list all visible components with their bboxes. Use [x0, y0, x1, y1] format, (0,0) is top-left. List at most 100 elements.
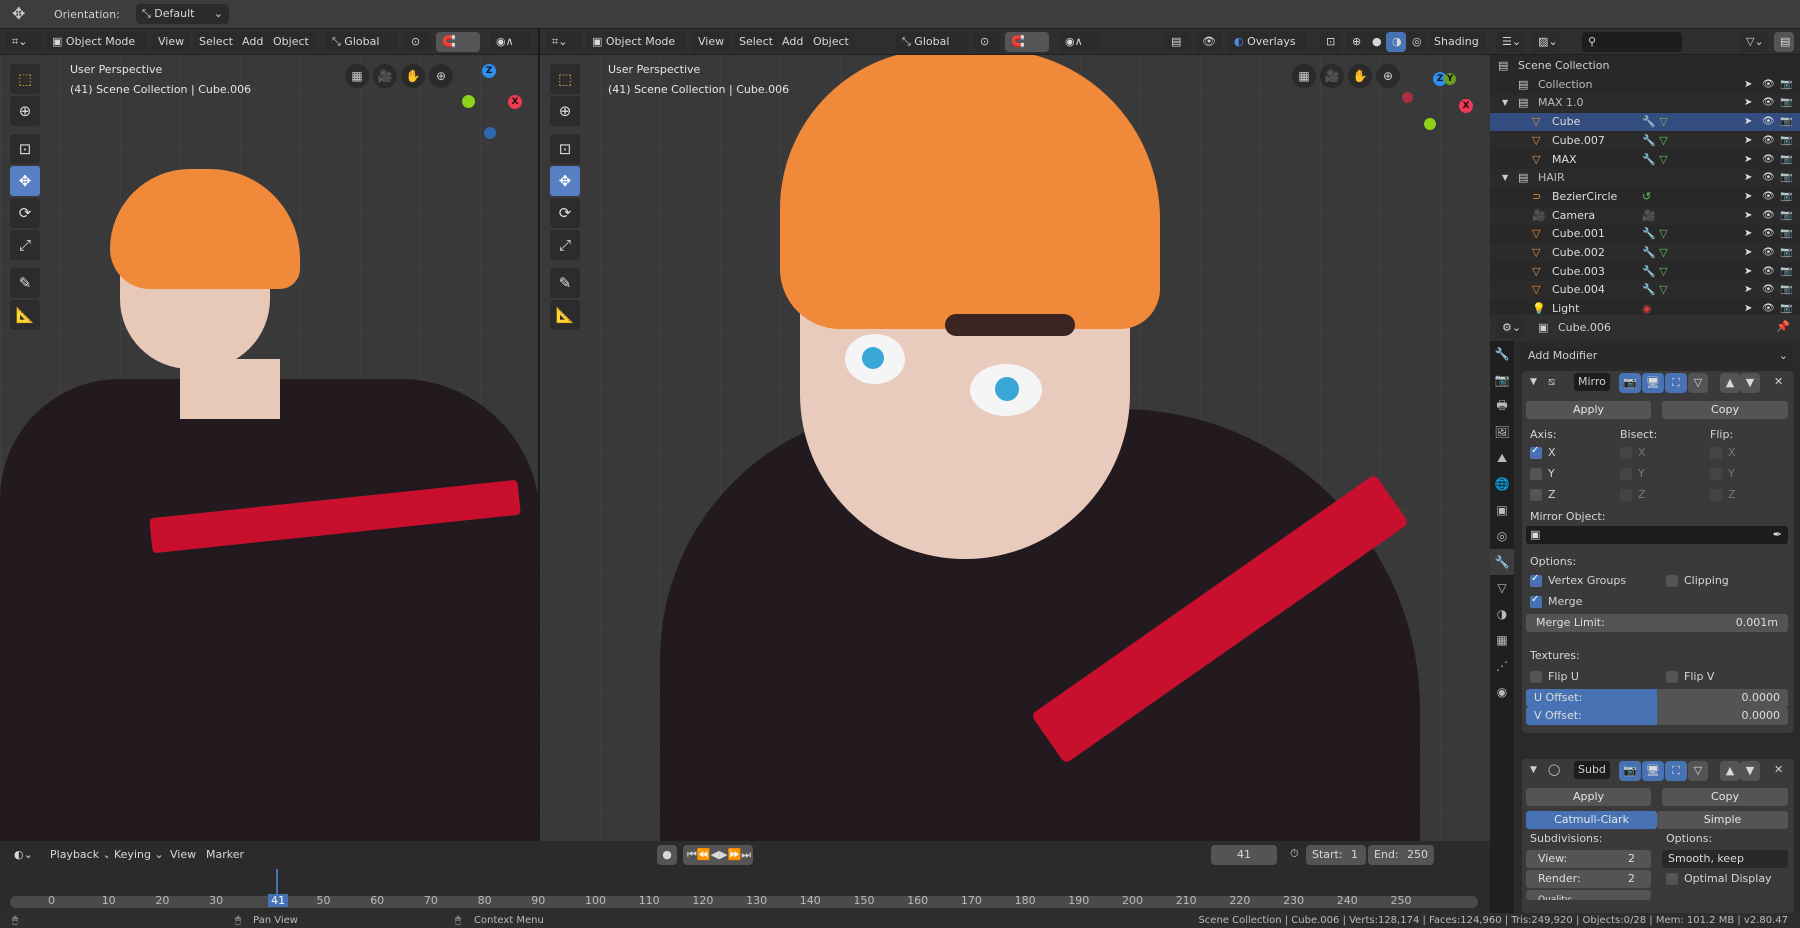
outliner-row-scene-collection[interactable]: ▤ Scene Collection — [1490, 57, 1800, 75]
editor-type-button[interactable]: ⚙⌄ — [1496, 318, 1524, 338]
axis-z-checkbox[interactable] — [1530, 489, 1542, 501]
tool-tab-icon[interactable]: 🔧 — [1490, 341, 1514, 367]
annotate-tool[interactable]: ✎ — [10, 268, 40, 298]
gizmo-x-axis[interactable]: X — [1459, 99, 1473, 113]
outliner-row[interactable]: 🎥 Camera 🎥 ➤ 👁 📷 — [1490, 206, 1800, 225]
render-camera-icon[interactable]: 📷 — [1780, 263, 1792, 281]
scene-tab-icon[interactable]: ⛰ — [1490, 445, 1514, 471]
show-editmode-toggle[interactable]: ⛶ — [1665, 373, 1687, 393]
view-layer-tab-icon[interactable]: 🖼 — [1490, 419, 1514, 445]
proportional-edit[interactable]: ◉∧ — [1059, 32, 1099, 52]
render-camera-icon[interactable]: 📷 — [1780, 132, 1792, 150]
outliner-row[interactable]: ▽ Cube.003 🔧 ▽ ➤ 👁 📷 — [1490, 263, 1800, 281]
modifier-name-field[interactable]: Subd — [1574, 761, 1610, 779]
modifier-name-field[interactable]: Mirro — [1574, 373, 1610, 391]
cursor-tool[interactable]: ⊕ — [10, 96, 40, 126]
selectable-icon[interactable]: ➤ — [1744, 113, 1752, 131]
play-reverse-icon[interactable]: ◀ — [711, 848, 719, 861]
particles-tab-icon[interactable]: ⋰ — [1490, 653, 1514, 679]
mesh-data-tab-icon[interactable]: ▽ — [1490, 575, 1514, 601]
outliner-row[interactable]: ▼ ▤ HAIR ➤ 👁 📷 — [1490, 169, 1800, 188]
axis-y-checkbox[interactable] — [1530, 468, 1542, 480]
bisect-x-checkbox[interactable] — [1620, 447, 1632, 459]
move-down-button[interactable]: ▼ — [1740, 761, 1760, 781]
gizmo-neg-x[interactable] — [1402, 92, 1413, 103]
selectable-icon[interactable]: ➤ — [1744, 225, 1752, 243]
menu-playback[interactable]: Playback ⌄ — [44, 845, 118, 865]
menu-object[interactable]: Object — [807, 32, 855, 52]
orientation-dropdown[interactable]: ⤡ Default ⌄ — [136, 4, 229, 24]
modifier-icon[interactable]: 🔧 — [1642, 265, 1656, 278]
eye-icon[interactable]: 👁 — [1762, 151, 1775, 169]
new-collection-button[interactable]: ▤ — [1774, 32, 1794, 52]
playhead-line[interactable] — [276, 869, 278, 899]
gizmo-neg-z[interactable] — [484, 127, 496, 139]
move-down-button[interactable]: ▼ — [1740, 373, 1760, 393]
copy-button[interactable]: Copy — [1662, 788, 1788, 806]
move-up-button[interactable]: ▲ — [1720, 761, 1740, 781]
move-up-button[interactable]: ▲ — [1720, 373, 1740, 393]
overlays-dropdown[interactable]: ◐ Overlays — [1228, 32, 1306, 52]
expand-arrow-icon[interactable]: ▼ — [1502, 169, 1508, 187]
shading-solid[interactable]: ● — [1366, 32, 1386, 52]
gizmo-neg-y[interactable] — [462, 95, 475, 108]
editor-type-button[interactable]: ◐⌄ — [8, 845, 36, 865]
mode-dropdown[interactable]: ▣ Object Mode — [46, 32, 146, 52]
show-render-toggle[interactable]: 📷 — [1619, 373, 1641, 393]
view-levels-field[interactable]: View: 2 — [1526, 850, 1651, 868]
selectable-icon[interactable]: ➤ — [1744, 244, 1752, 262]
gizmo-z-axis[interactable]: Z — [482, 64, 496, 78]
render-camera-icon[interactable]: 📷 — [1780, 113, 1792, 131]
flip-z-checkbox[interactable] — [1710, 489, 1722, 501]
shading-rendered[interactable]: ◎ — [1406, 32, 1426, 52]
editor-type-button[interactable]: ☰⌄ — [1496, 32, 1524, 52]
scale-tool[interactable]: ⤢ — [10, 230, 40, 260]
clipping-checkbox[interactable] — [1666, 575, 1678, 587]
eye-icon[interactable]: 👁 — [1762, 76, 1775, 94]
mesh-data-icon[interactable]: ▽ — [1659, 283, 1667, 296]
gizmo-x-axis[interactable]: X — [508, 95, 522, 109]
record-button[interactable]: ● — [657, 845, 677, 865]
flip-y-checkbox[interactable] — [1710, 468, 1722, 480]
move-tool[interactable]: ✥ — [550, 166, 580, 196]
eye-icon[interactable]: 👁 — [1762, 113, 1775, 131]
prev-keyframe-icon[interactable]: ⏪ — [697, 848, 711, 861]
modifier-icon[interactable]: 🔧 — [1642, 153, 1656, 166]
mode-dropdown[interactable]: ▣ Object Mode — [586, 32, 686, 52]
selectable-icon[interactable]: ➤ — [1744, 188, 1752, 206]
merge-checkbox[interactable] — [1530, 594, 1542, 608]
collapse-arrow-icon[interactable]: ▼ — [1530, 377, 1537, 387]
output-tab-icon[interactable]: 🖶 — [1490, 393, 1514, 419]
move-tool[interactable]: ✥ — [10, 166, 40, 196]
select-box-tool[interactable]: ⬚ — [10, 64, 40, 94]
grid-view-icon[interactable]: ▦ — [1292, 64, 1316, 88]
gizmo-toggle[interactable]: 👁 — [1196, 32, 1222, 52]
render-levels-field[interactable]: Render: 2 — [1526, 870, 1651, 888]
mirror-object-field[interactable]: ▣ ✒ — [1526, 526, 1788, 544]
outliner-row[interactable]: ▽ Cube.002 🔧 ▽ ➤ 👁 📷 — [1490, 244, 1800, 262]
selectable-icon[interactable]: ➤ — [1744, 281, 1752, 299]
outliner-row[interactable]: ▼ ▤ MAX 1.0 ➤ 👁 📷 — [1490, 94, 1800, 113]
physics-tab-icon[interactable]: ◎ — [1490, 523, 1514, 549]
eye-icon[interactable]: 👁 — [1762, 281, 1775, 299]
outliner-row[interactable]: ▽ Cube 🔧 ▽ ➤ 👁 📷 — [1490, 113, 1800, 132]
eye-icon[interactable]: 👁 — [1762, 94, 1775, 112]
light-data-icon[interactable]: ◉ — [1642, 302, 1652, 315]
menu-object[interactable]: Object — [267, 32, 315, 52]
current-frame-field[interactable]: 41 — [1211, 845, 1277, 865]
flip-x-checkbox[interactable] — [1710, 447, 1722, 459]
viewport-right[interactable] — [540, 29, 1490, 841]
flip-v-checkbox[interactable] — [1666, 671, 1678, 683]
transform-tool[interactable]: ⊡ — [10, 134, 40, 164]
selectable-icon[interactable]: ➤ — [1744, 207, 1752, 225]
remove-modifier-icon[interactable]: ✕ — [1774, 375, 1783, 388]
menu-select[interactable]: Select — [193, 32, 239, 52]
shading-dropdown[interactable]: Shading — [1428, 32, 1486, 52]
show-editmode-toggle[interactable]: ⛶ — [1665, 761, 1687, 781]
pan-hand-icon[interactable]: ✋ — [1348, 64, 1372, 88]
viewport-left[interactable] — [0, 29, 538, 841]
menu-keying[interactable]: Keying ⌄ — [108, 845, 170, 865]
end-frame-field[interactable]: End: 250 — [1368, 845, 1434, 865]
editor-type-button[interactable]: ⌗⌄ — [546, 32, 582, 52]
shading-wireframe[interactable]: ⊕ — [1346, 32, 1366, 52]
